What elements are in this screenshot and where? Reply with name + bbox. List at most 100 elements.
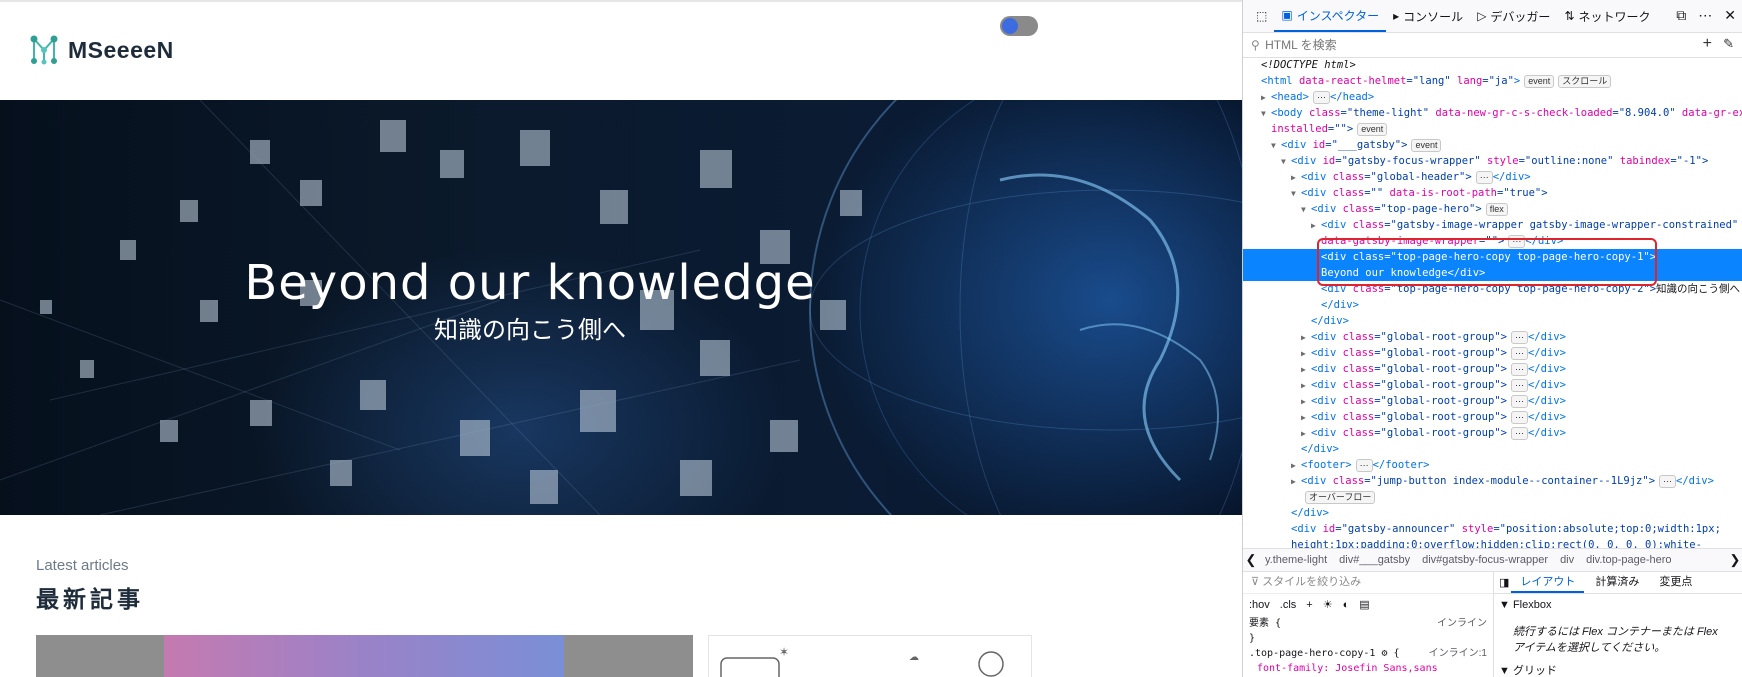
dock-side-icon[interactable]: ⧉	[1676, 7, 1686, 24]
collapsed-badge[interactable]: ⋯	[1510, 395, 1528, 408]
expand-arrow-icon[interactable]: ▶	[1301, 362, 1311, 378]
event-badge[interactable]: event	[1524, 75, 1555, 88]
tree-node[interactable]: ▼ <div id="___gatsby"> event	[1243, 137, 1742, 153]
expand-arrow-icon[interactable]: ▶	[1301, 426, 1311, 442]
eyedropper-icon[interactable]: ✎	[1723, 36, 1734, 52]
tab-debugger[interactable]: ▷ デバッガー	[1470, 0, 1557, 32]
collapsed-badge[interactable]: ⋯	[1510, 363, 1528, 376]
expand-arrow-icon[interactable]: ▶	[1301, 410, 1311, 426]
html-search-input[interactable]	[1263, 37, 1628, 53]
article-card[interactable]	[36, 635, 693, 677]
collapse-arrow-icon[interactable]: ▼	[1301, 202, 1311, 218]
breadcrumb-item[interactable]: div#___gatsby	[1333, 554, 1416, 566]
tree-node[interactable]: ▶ <div class="global-root-group"> ⋯ </div>	[1243, 409, 1742, 425]
tree-node[interactable]: <!DOCTYPE html>	[1243, 57, 1742, 73]
grid-section-header[interactable]: ▼ グリッド	[1493, 662, 1742, 677]
collapsed-badge[interactable]: ⋯	[1510, 427, 1528, 440]
collapsed-badge[interactable]: ⋯	[1510, 331, 1528, 344]
collapsed-badge[interactable]: ⋯	[1355, 459, 1373, 472]
close-icon[interactable]: ✕	[1724, 7, 1736, 24]
tree-node[interactable]: ▶ <div class="global-root-group"> ⋯ </div>	[1243, 425, 1742, 441]
tree-node[interactable]: </div>	[1243, 505, 1742, 521]
collapsed-badge[interactable]: ⋯	[1312, 91, 1330, 104]
add-rule-icon[interactable]: +	[1306, 594, 1312, 616]
tab-console[interactable]: ▸ コンソール	[1386, 0, 1470, 32]
tree-node[interactable]: ▼ <div class="" data-is-root-path="true">	[1243, 185, 1742, 201]
tree-node[interactable]: ▶ <div class="global-root-group"> ⋯ </div>	[1243, 329, 1742, 345]
tree-node[interactable]: ▼ <div id="gatsby-focus-wrapper" style="o…	[1243, 153, 1742, 169]
tree-node-selected[interactable]: <div class="top-page-hero-copy top-page-…	[1243, 249, 1742, 265]
tree-node[interactable]: </div>	[1243, 313, 1742, 329]
expand-arrow-icon[interactable]: ▶	[1301, 378, 1311, 394]
tree-node-selected-text[interactable]: Beyond our knowledge</div>	[1243, 265, 1742, 281]
breadcrumb-item[interactable]: div	[1554, 554, 1580, 566]
overflow-badge[interactable]: オーバーフロー	[1305, 491, 1376, 504]
flex-badge[interactable]: flex	[1485, 203, 1508, 216]
styles-filter-input[interactable]: ⊽ スタイルを絞り込み	[1243, 571, 1493, 594]
article-card[interactable]: ✶ ☁	[708, 635, 1032, 677]
gear-icon[interactable]: ⚙	[1381, 648, 1387, 659]
tree-node[interactable]: ▼ <body class="theme-light" data-new-gr-c…	[1243, 105, 1742, 121]
print-icon[interactable]: ▤	[1359, 594, 1369, 616]
expand-arrow-icon[interactable]: ▶	[1291, 170, 1301, 186]
tree-node[interactable]: ▶ <div class="global-root-group"> ⋯ </div>	[1243, 361, 1742, 377]
collapse-arrow-icon[interactable]: ▼	[1291, 186, 1301, 202]
tab-layout[interactable]: レイアウト	[1511, 571, 1585, 593]
cls-toggle[interactable]: .cls	[1280, 594, 1297, 616]
collapsed-badge[interactable]: ⋯	[1659, 475, 1677, 488]
element-rule[interactable]: 要素 {インライン	[1243, 616, 1493, 631]
tree-node[interactable]: </div>	[1243, 441, 1742, 457]
breadcrumb-item[interactable]: div#gatsby-focus-wrapper	[1416, 554, 1554, 566]
expand-arrow-icon[interactable]: ▶	[1301, 394, 1311, 410]
tree-node[interactable]: ▶ <div class="global-root-group"> ⋯ </div>	[1243, 345, 1742, 361]
hov-toggle[interactable]: :hov	[1249, 594, 1270, 616]
expand-arrow-icon[interactable]: ▶	[1261, 90, 1271, 106]
expand-arrow-icon[interactable]: ▶	[1301, 330, 1311, 346]
collapse-arrow-icon[interactable]: ▼	[1281, 154, 1291, 170]
css-declaration[interactable]: font-family: Josefin Sans,sans	[1243, 661, 1493, 676]
tab-computed[interactable]: 計算済み	[1586, 571, 1648, 593]
tree-node[interactable]: ▶ <div class="gatsby-image-wrapper gatsby…	[1243, 217, 1742, 233]
tree-node[interactable]: ▶ <div class="jump-button index-module--c…	[1243, 473, 1742, 489]
expand-arrow-icon[interactable]: ▶	[1291, 474, 1301, 490]
breadcrumb-right-arrow-icon[interactable]: ❯	[1727, 552, 1742, 568]
tab-network[interactable]: ⇅ ネットワーク	[1557, 0, 1657, 32]
dark-mode-icon[interactable]: ◐	[1343, 594, 1350, 616]
add-node-icon[interactable]: +	[1703, 35, 1712, 53]
tree-node[interactable]: <div class="top-page-hero-copy top-page-…	[1243, 281, 1742, 297]
tree-node[interactable]: </div>	[1243, 297, 1742, 313]
tree-node[interactable]: ▶ <div class="global-header"> ⋯ </div>	[1243, 169, 1742, 185]
tree-node[interactable]: ▶ <div class="global-root-group"> ⋯ </div>	[1243, 393, 1742, 409]
tree-node[interactable]: <div id="gatsby-announcer" style="positi…	[1243, 521, 1742, 537]
tree-node[interactable]: ▶ <head> ⋯ </head>	[1243, 89, 1742, 105]
breadcrumb-item[interactable]: y.theme-light	[1259, 554, 1333, 566]
expand-arrow-icon[interactable]: ▶	[1291, 458, 1301, 474]
flexbox-section-header[interactable]: ▼ Flexbox	[1493, 594, 1742, 616]
more-options-icon[interactable]: ⋯	[1698, 7, 1712, 24]
collapsed-badge[interactable]: ⋯	[1510, 347, 1528, 360]
light-mode-icon[interactable]: ☀	[1323, 594, 1333, 616]
collapsed-badge[interactable]: ⋯	[1510, 411, 1528, 424]
scroll-badge[interactable]: スクロール	[1558, 75, 1612, 88]
breadcrumb-left-arrow-icon[interactable]: ❮	[1243, 552, 1259, 568]
css-rule[interactable]: .top-page-hero-copy-1 ⚙ {インライン:1	[1243, 646, 1493, 661]
tree-node[interactable]: ▶ <div class="global-root-group"> ⋯ </div>	[1243, 377, 1742, 393]
tree-node[interactable]: ▶ <footer> ⋯ </footer>	[1243, 457, 1742, 473]
site-logo[interactable]: MSeeeeN	[28, 34, 174, 66]
tab-changes[interactable]: 変更点	[1650, 571, 1701, 593]
tree-node[interactable]: ▼ <div class="top-page-hero"> flex	[1243, 201, 1742, 217]
theme-toggle-switch[interactable]	[1000, 16, 1038, 36]
breadcrumb-item[interactable]: div.top-page-hero	[1580, 554, 1677, 566]
rule-source[interactable]: インライン:1	[1429, 646, 1493, 661]
collapsed-badge[interactable]: ⋯	[1510, 379, 1528, 392]
tree-node[interactable]: <html data-react-helmet="lang" lang="ja"…	[1243, 73, 1742, 89]
element-picker-button[interactable]: ⬚	[1249, 0, 1274, 32]
event-badge[interactable]: event	[1357, 123, 1388, 136]
expand-arrow-icon[interactable]: ▶	[1301, 346, 1311, 362]
expand-arrow-icon[interactable]: ▶	[1311, 218, 1321, 234]
collapse-arrow-icon[interactable]: ▼	[1261, 106, 1271, 122]
tab-inspector[interactable]: ▣ インスペクター	[1274, 0, 1387, 32]
collapsed-badge[interactable]: ⋯	[1508, 235, 1526, 248]
event-badge[interactable]: event	[1411, 139, 1442, 152]
pane-toggle-icon[interactable]: ◨	[1499, 576, 1509, 589]
